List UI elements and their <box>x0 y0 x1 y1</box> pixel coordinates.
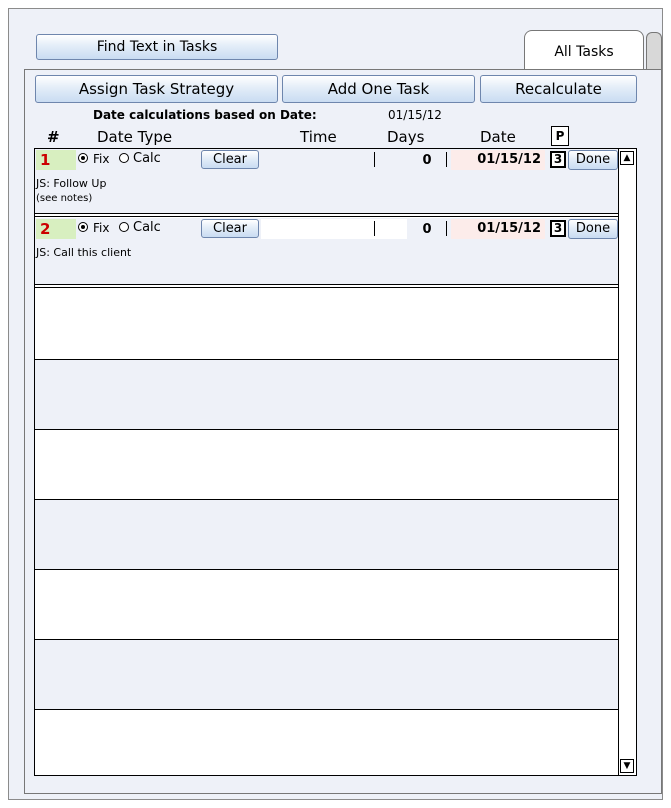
based-on-label: Date calculations based on Date: <box>93 108 317 122</box>
task-grid: 1 Fix Calc Clear 0 01/15/12 3 Done JS: F… <box>34 148 637 776</box>
col-header-days: Days <box>387 128 425 146</box>
task-row: 1 Fix Calc Clear 0 01/15/12 3 Done JS: F… <box>35 149 619 215</box>
fix-radio[interactable] <box>78 153 88 163</box>
empty-row <box>35 570 619 640</box>
fix-label: Fix <box>93 152 110 166</box>
col-header-priority[interactable]: P <box>551 126 569 146</box>
empty-row <box>35 430 619 500</box>
col-header-num: # <box>47 128 60 146</box>
clear-button[interactable]: Clear <box>201 219 259 238</box>
task-note-extra: (see notes) <box>36 193 93 204</box>
task-note: JS: Call this client <box>36 246 132 259</box>
tab-next[interactable] <box>646 32 662 70</box>
triangle-down-icon[interactable]: ▼ <box>620 759 634 773</box>
col-header-date-type: Date Type <box>97 128 173 146</box>
find-text-button[interactable]: Find Text in Tasks <box>36 34 278 60</box>
task-date[interactable]: 01/15/12 <box>451 219 545 239</box>
fix-radio[interactable] <box>78 222 88 232</box>
task-date[interactable]: 01/15/12 <box>451 150 545 170</box>
clear-button[interactable]: Clear <box>201 150 259 169</box>
empty-row <box>35 288 619 360</box>
calc-radio[interactable] <box>119 153 129 163</box>
task-priority[interactable]: 3 <box>550 151 566 168</box>
based-on-date: 01/15/12 <box>388 108 442 122</box>
empty-row <box>35 710 619 775</box>
task-days[interactable]: 0 <box>417 153 437 168</box>
divider <box>374 221 375 236</box>
task-row: 2 Fix Calc Clear 0 01/15/12 3 Done JS: C… <box>35 218 619 284</box>
add-one-task-button[interactable]: Add One Task <box>282 75 475 103</box>
task-number: 1 <box>36 150 76 170</box>
task-priority[interactable]: 3 <box>550 220 566 237</box>
recalculate-button[interactable]: Recalculate <box>480 75 637 103</box>
assign-task-strategy-button[interactable]: Assign Task Strategy <box>35 75 278 103</box>
col-header-date: Date <box>480 128 516 146</box>
col-header-time: Time <box>300 128 337 146</box>
tab-all-tasks[interactable]: All Tasks <box>524 30 644 69</box>
calc-label: Calc <box>133 151 161 166</box>
empty-row <box>35 640 619 710</box>
task-number: 2 <box>36 219 76 239</box>
task-note: JS: Follow Up <box>36 177 107 190</box>
done-button[interactable]: Done <box>568 150 618 170</box>
empty-row <box>35 500 619 570</box>
empty-row <box>35 360 619 430</box>
divider <box>446 221 447 236</box>
task-days[interactable]: 0 <box>417 222 437 237</box>
calc-radio[interactable] <box>119 222 129 232</box>
time-field[interactable] <box>261 219 407 239</box>
triangle-up-icon[interactable]: ▲ <box>620 151 634 165</box>
fix-label: Fix <box>93 221 110 235</box>
divider <box>446 152 447 167</box>
done-button[interactable]: Done <box>568 219 618 239</box>
scrollbar[interactable]: ▲ ▼ <box>618 149 636 775</box>
calc-label: Calc <box>133 220 161 235</box>
divider <box>374 152 375 167</box>
task-separator <box>35 213 619 217</box>
